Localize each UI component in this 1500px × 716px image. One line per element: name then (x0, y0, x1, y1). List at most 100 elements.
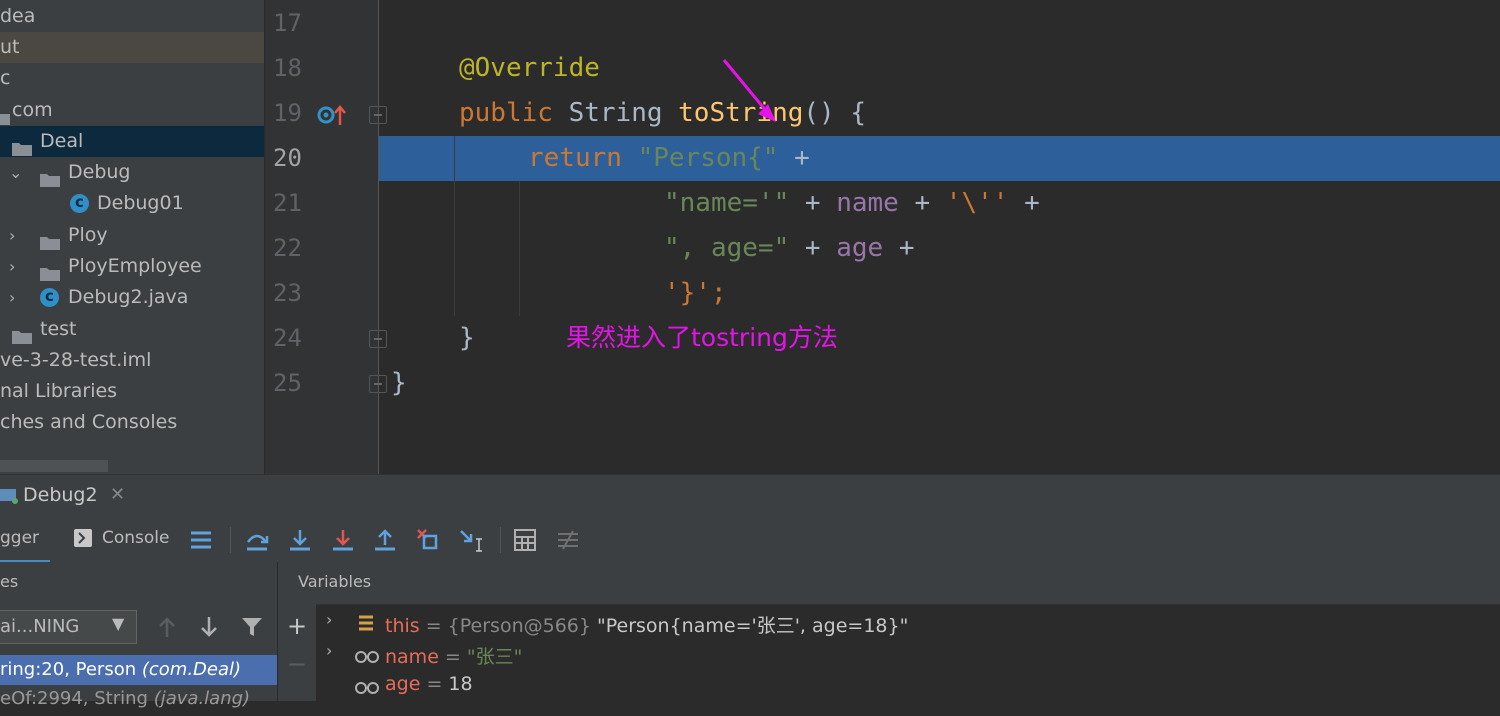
variable-name: name (385, 646, 439, 668)
tree-item-label: nal Libraries (0, 380, 118, 402)
layout-menu-icon[interactable] (190, 530, 212, 554)
variable-text: name = "张三" (385, 642, 522, 669)
tree-item-label: c (0, 67, 11, 89)
watch-glasses-icon (355, 680, 379, 699)
variables-header: Variables (298, 572, 372, 591)
indent-guide (454, 136, 455, 316)
tree-item-iml[interactable]: ve-3-28-test.iml (0, 345, 264, 376)
step-out-icon[interactable] (373, 528, 397, 556)
variable-row-age[interactable]: age = 18 (326, 672, 1426, 702)
overrides-method-icon[interactable] (317, 104, 347, 126)
chevron-right-icon[interactable]: › (326, 641, 332, 660)
code-line-25: } (391, 361, 407, 406)
line-number: 22 (273, 234, 302, 262)
toolbar-separator (230, 527, 231, 553)
tree-item[interactable]: c (0, 63, 264, 94)
tree-item-label: Debug01 (97, 192, 184, 214)
add-watch-icon[interactable]: + (287, 612, 307, 640)
frame-method: ring:20, Person (0, 659, 142, 680)
variable-eq: = (438, 646, 467, 668)
variables-pane: Variables + − › this = {Person@566} "Per… (278, 562, 1500, 701)
tree-item-label: ches and Consoles (0, 411, 178, 433)
evaluate-expression-icon[interactable] (514, 529, 536, 555)
tree-item-debug01[interactable]: Debug01 (0, 187, 264, 219)
step-into-icon[interactable] (288, 528, 312, 556)
run-to-cursor-icon[interactable] (459, 528, 483, 556)
code-token: + (1008, 188, 1040, 218)
tree-item-out[interactable]: ut (0, 32, 264, 63)
tree-item-ploy[interactable]: › Ploy (0, 220, 264, 251)
chevron-right-icon[interactable]: › (9, 251, 15, 282)
variables-side-toolbar: + − (278, 604, 316, 701)
remove-watch-icon[interactable]: − (287, 650, 307, 678)
line-number: 23 (273, 279, 302, 307)
tree-item-label: Debug2.java (68, 286, 189, 308)
fold-end-icon[interactable] (369, 375, 387, 393)
code-line-21: "name='" + name + '\'' + (664, 181, 1040, 226)
java-class-icon (70, 187, 89, 218)
thread-select[interactable]: ai...NING ▼ (0, 610, 137, 644)
tree-item-test[interactable]: test (0, 314, 264, 345)
code-token: public (459, 98, 553, 128)
horizontal-scrollbar[interactable] (0, 460, 108, 472)
tree-item-label: PloyEmployee (68, 255, 202, 277)
chevron-down-icon[interactable]: ⌄ (9, 157, 22, 188)
annotation-arrow-icon (720, 58, 790, 128)
stack-frame-label: eOf:2994, String (java.lang) (0, 688, 250, 709)
stack-frame[interactable]: eOf:2994, String (java.lang) (0, 686, 277, 716)
thread-select-value: ai...NING (0, 616, 80, 637)
code-token: + (778, 143, 810, 173)
force-step-into-icon[interactable] (331, 528, 355, 556)
tree-item-debug[interactable]: ⌄ Debug (0, 157, 264, 188)
step-over-icon[interactable] (245, 528, 269, 556)
drop-frame-icon[interactable] (416, 528, 440, 556)
chevron-right-icon[interactable]: › (9, 282, 15, 313)
code-token: age (836, 233, 884, 263)
tab-console[interactable]: Console (102, 528, 170, 548)
variable-value: 18 (448, 673, 473, 695)
tree-item-deal[interactable]: Deal (0, 126, 264, 157)
tree-item-scratches[interactable]: ches and Consoles (0, 407, 264, 438)
tree-item[interactable]: dea (0, 1, 264, 32)
package-icon (12, 135, 32, 156)
tree-item-ployemployee[interactable]: › PloyEmployee (0, 251, 264, 282)
tree-item-com[interactable]: com (0, 95, 264, 126)
tree-item-label: ve-3-28-test.iml (0, 349, 152, 371)
trace-stream-icon[interactable] (557, 529, 579, 555)
tree-item-debug2[interactable]: › Debug2.java (0, 281, 264, 313)
debug-tab-label[interactable]: Debug2 (23, 484, 98, 506)
variable-name: this (385, 615, 420, 637)
project-tree: dea ut c com Deal ⌄ Debug Debug01 › Ploy… (0, 0, 264, 474)
close-icon[interactable]: ✕ (110, 484, 125, 505)
tab-debugger[interactable]: gger (0, 518, 50, 563)
tree-item-libraries[interactable]: nal Libraries (0, 376, 264, 407)
code-token: + (898, 188, 946, 218)
indent-guide (519, 181, 520, 316)
variable-text: age = 18 (385, 673, 473, 695)
chevron-right-icon[interactable]: › (9, 220, 15, 251)
filter-icon[interactable] (241, 616, 263, 642)
chevron-right-icon[interactable]: › (326, 610, 332, 629)
stack-frame-selected[interactable]: ring:20, Person (com.Deal) (0, 655, 277, 685)
arrow-up-icon[interactable] (157, 616, 177, 642)
debug-toolbar: gger Console (0, 518, 1500, 563)
code-token: '}' (664, 278, 711, 308)
frames-header: es (0, 572, 19, 591)
toolbar-separator (500, 527, 501, 553)
code-token: + (789, 233, 837, 263)
package-icon (0, 104, 10, 125)
code-token: + (883, 233, 915, 263)
code-line-18: @Override (459, 46, 600, 91)
watch-glasses-icon (355, 649, 379, 668)
package-icon (40, 166, 60, 187)
variable-eq: = (420, 673, 449, 695)
variable-row-this[interactable]: › this = {Person@566} "Person{name='张三',… (326, 610, 1426, 640)
variable-ref: {Person@566} (447, 615, 591, 637)
arrow-down-icon[interactable] (199, 616, 219, 642)
variable-eq: = (419, 615, 448, 637)
tree-item-label: Ploy (68, 224, 108, 246)
variable-row-name[interactable]: › name = "张三" (326, 641, 1426, 671)
fold-end-icon[interactable] (369, 330, 387, 348)
line-number: 25 (273, 369, 302, 397)
fold-collapse-icon[interactable] (369, 106, 387, 124)
